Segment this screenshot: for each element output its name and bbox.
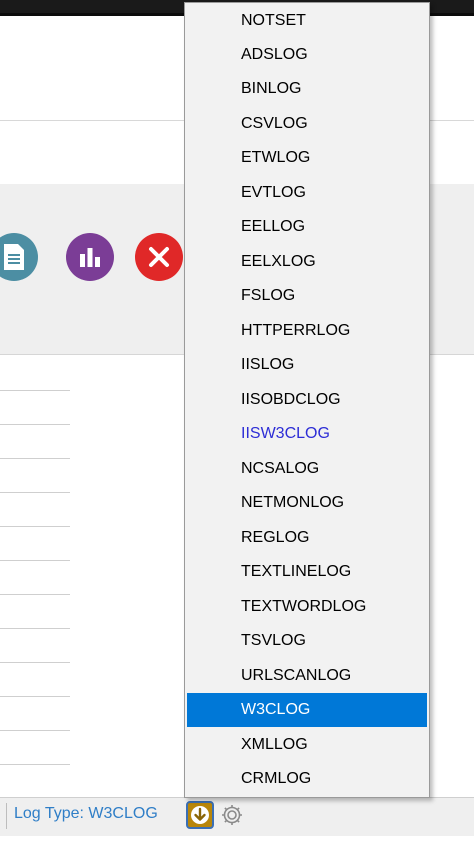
menu-item[interactable]: W3CLOG xyxy=(187,693,427,727)
menu-item[interactable]: TEXTLINELOG xyxy=(187,555,427,589)
menu-item[interactable]: NCSALOG xyxy=(187,452,427,486)
menu-item[interactable]: ADSLOG xyxy=(187,38,427,72)
table-row[interactable] xyxy=(0,458,70,493)
menu-item[interactable]: URLSCANLOG xyxy=(187,659,427,693)
data-grid xyxy=(0,356,71,799)
menu-item[interactable]: BINLOG xyxy=(187,72,427,106)
table-row[interactable] xyxy=(0,730,70,765)
log-type-dropdown-button[interactable] xyxy=(186,801,214,829)
menu-item[interactable]: CSVLOG xyxy=(187,107,427,141)
table-row[interactable] xyxy=(0,390,70,425)
log-type-menu: NOTSET ADSLOG BINLOG CSVLOG ETWLOG EVTLO… xyxy=(184,2,430,798)
menu-item[interactable]: ETWLOG xyxy=(187,141,427,175)
arrow-down-icon xyxy=(191,806,209,824)
table-row[interactable] xyxy=(0,662,70,697)
table-row[interactable] xyxy=(0,560,70,595)
chart-button[interactable] xyxy=(66,233,114,281)
menu-item[interactable]: XMLLOG xyxy=(187,728,427,762)
cancel-button[interactable] xyxy=(135,233,183,281)
menu-item[interactable]: NOTSET xyxy=(187,4,427,38)
table-row[interactable] xyxy=(0,526,70,561)
menu-item[interactable]: REGLOG xyxy=(187,521,427,555)
menu-item[interactable]: CRMLOG xyxy=(187,762,427,796)
menu-item[interactable]: EELLOG xyxy=(187,210,427,244)
menu-item[interactable]: IISW3CLOG xyxy=(187,417,427,451)
chart-icon xyxy=(80,248,100,267)
document-icon xyxy=(4,244,24,270)
table-row[interactable] xyxy=(0,594,70,629)
table-row[interactable] xyxy=(0,628,70,663)
status-separator xyxy=(6,803,7,829)
settings-button[interactable] xyxy=(218,801,246,829)
menu-item[interactable]: TSVLOG xyxy=(187,624,427,658)
gear-icon xyxy=(222,805,242,825)
menu-item[interactable]: FSLOG xyxy=(187,279,427,313)
close-icon xyxy=(149,247,169,267)
log-type-label: Log Type: W3CLOG xyxy=(14,805,158,822)
table-row[interactable] xyxy=(0,492,70,527)
bottom-strip xyxy=(0,836,474,865)
menu-item[interactable]: EELXLOG xyxy=(187,245,427,279)
menu-item[interactable]: EVTLOG xyxy=(187,176,427,210)
menu-item[interactable]: HTTPERRLOG xyxy=(187,314,427,348)
table-row[interactable] xyxy=(0,696,70,731)
menu-item[interactable]: NETMONLOG xyxy=(187,486,427,520)
table-row[interactable] xyxy=(0,356,70,391)
table-row[interactable] xyxy=(0,764,70,799)
menu-item[interactable]: IISLOG xyxy=(187,348,427,382)
menu-item[interactable]: TEXTWORDLOG xyxy=(187,590,427,624)
menu-item[interactable]: IISOBDCLOG xyxy=(187,383,427,417)
table-row[interactable] xyxy=(0,424,70,459)
